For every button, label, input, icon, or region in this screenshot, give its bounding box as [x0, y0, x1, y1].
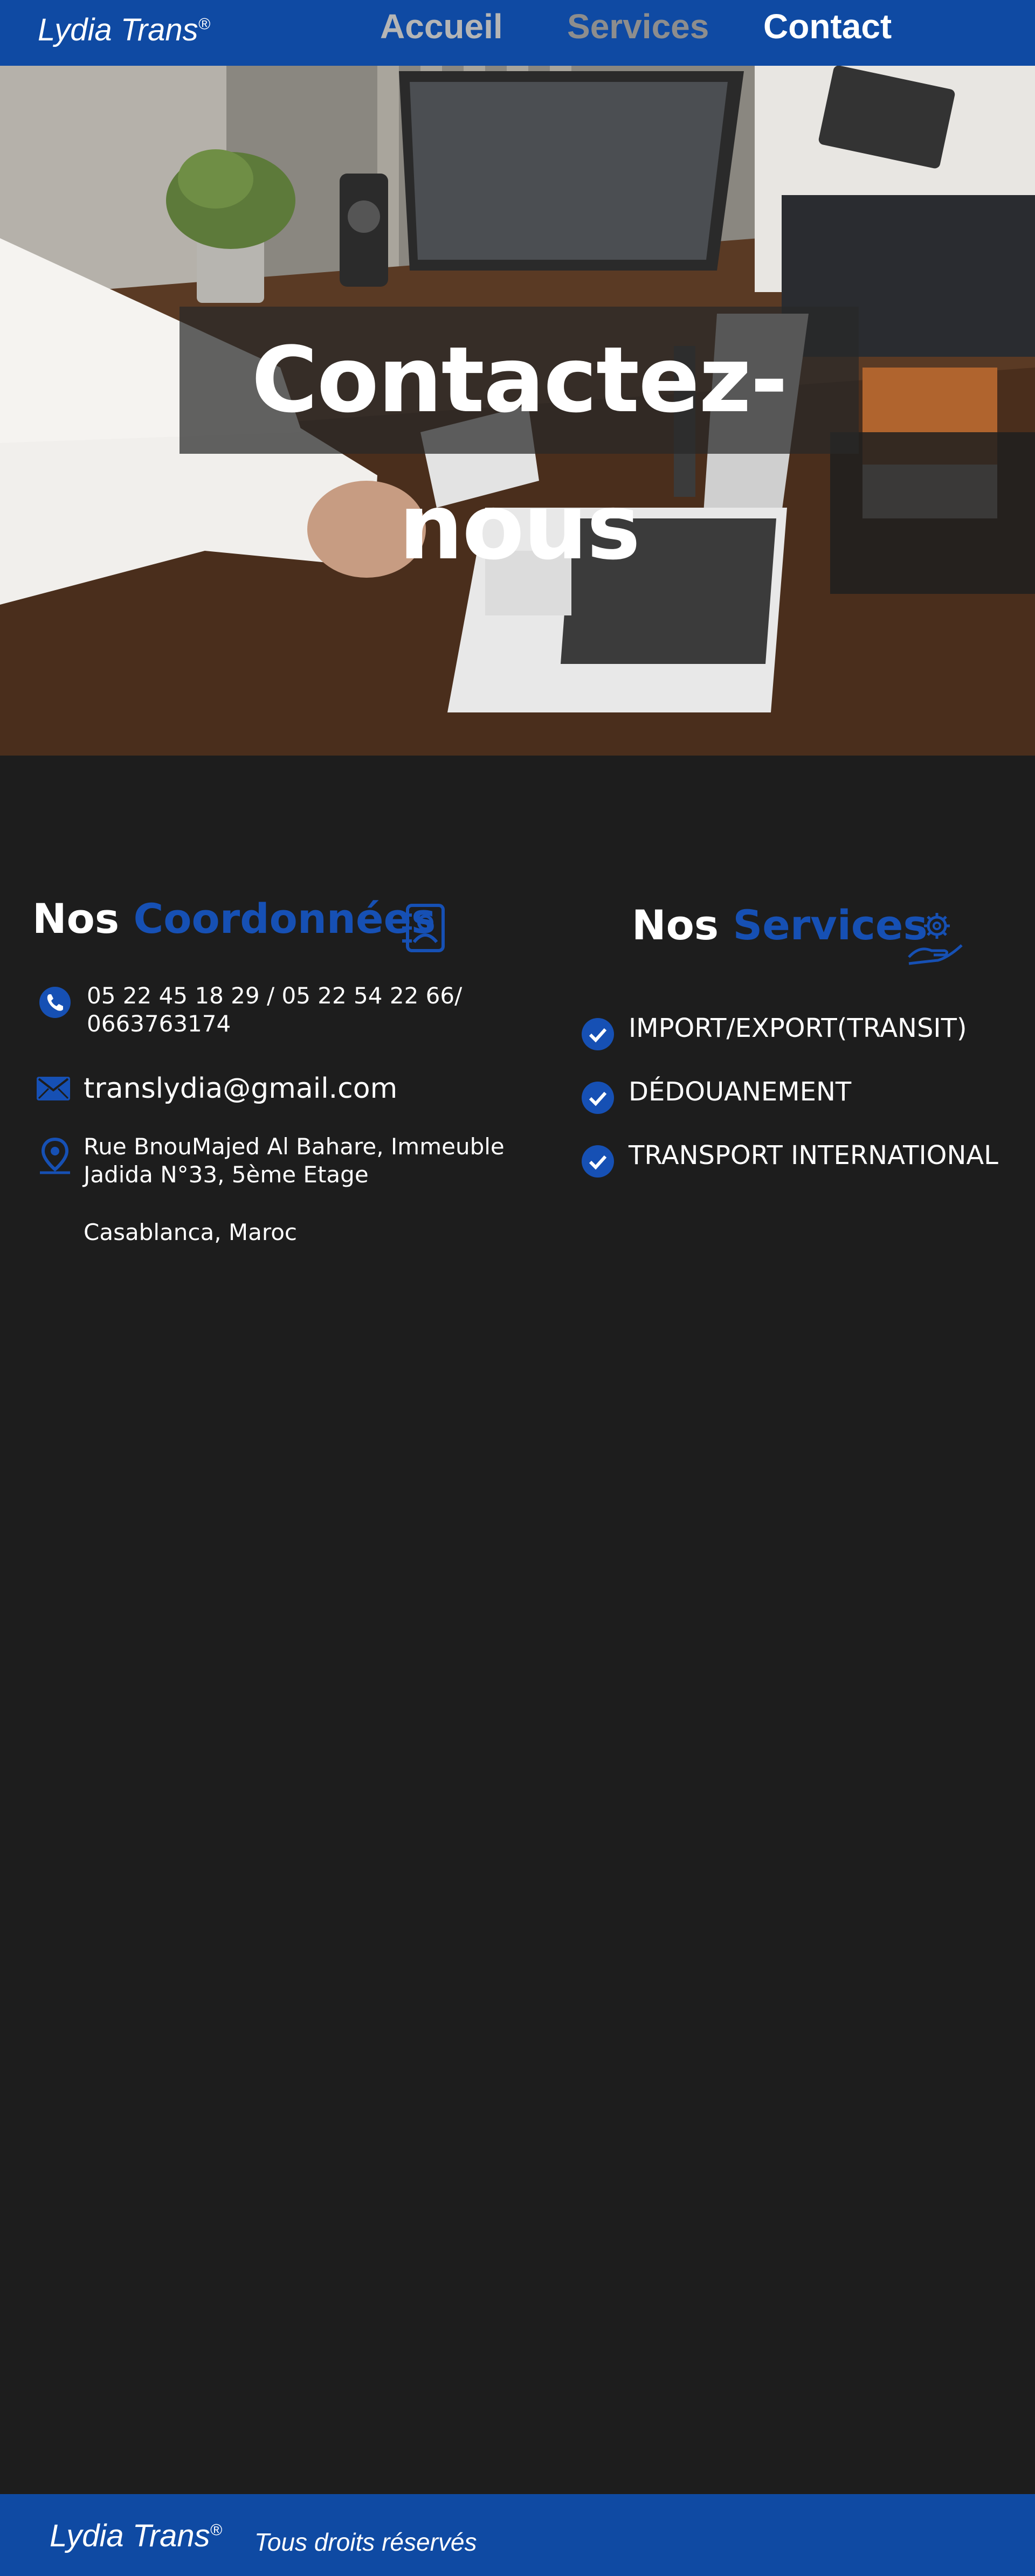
service-label: DÉDOUANEMENT — [629, 1077, 852, 1107]
footer-brand-name: Lydia Trans — [50, 2518, 210, 2553]
services-title-highlight: Services — [733, 901, 928, 949]
service-label: TRANSPORT INTERNATIONAL — [629, 1140, 998, 1171]
site-header: Lydia Trans® Accueil Services Contact — [0, 0, 1035, 66]
site-footer: Lydia Trans® Tous droits réservés — [0, 2494, 1035, 2576]
footer-rights: Tous droits réservés — [254, 2528, 477, 2556]
location-pin-icon — [40, 1137, 70, 1174]
hero-banner: Contactez-nous — [0, 66, 1035, 756]
nav-link-accueil[interactable]: Accueil — [380, 6, 503, 46]
brand-name: Lydia Trans — [38, 12, 198, 47]
services-title: Nos Services — [632, 901, 928, 949]
coordinates-title-prefix: Nos — [32, 895, 120, 943]
hero-title: Contactez-nous — [251, 327, 788, 580]
address-text: Rue BnouMajed Al Bahare, Immeuble Jadida… — [84, 1133, 505, 1188]
coordinates-title-highlight: Coordonnées — [133, 895, 436, 943]
footer-registered-mark: ® — [210, 2521, 222, 2539]
address-city: Casablanca, Maroc — [84, 1219, 298, 1245]
check-circle-icon — [582, 1145, 614, 1178]
check-circle-icon — [582, 1082, 614, 1114]
service-label: IMPORT/EXPORT(TRANSIT) — [629, 1013, 967, 1043]
footer-brand[interactable]: Lydia Trans® — [50, 2518, 222, 2554]
check-circle-icon — [582, 1018, 614, 1050]
gear-hand-icon — [908, 913, 963, 965]
services-title-prefix: Nos — [632, 901, 719, 949]
nav-link-services[interactable]: Services — [567, 6, 709, 46]
registered-mark: ® — [198, 15, 210, 33]
email-link[interactable]: translydia@gmail.com — [84, 1072, 397, 1105]
contact-book-icon — [402, 904, 445, 952]
phone-icon — [39, 987, 71, 1018]
hero-title-box: Contactez-nous — [180, 307, 859, 580]
phone-number[interactable]: 05 22 45 18 29 / 05 22 54 22 66/ 0663763… — [87, 982, 507, 1038]
brand-logo[interactable]: Lydia Trans® — [38, 12, 210, 48]
nav-link-contact[interactable]: Contact — [763, 6, 892, 46]
envelope-icon — [37, 1077, 70, 1100]
coordinates-title: Nos Coordonnées — [32, 895, 436, 943]
